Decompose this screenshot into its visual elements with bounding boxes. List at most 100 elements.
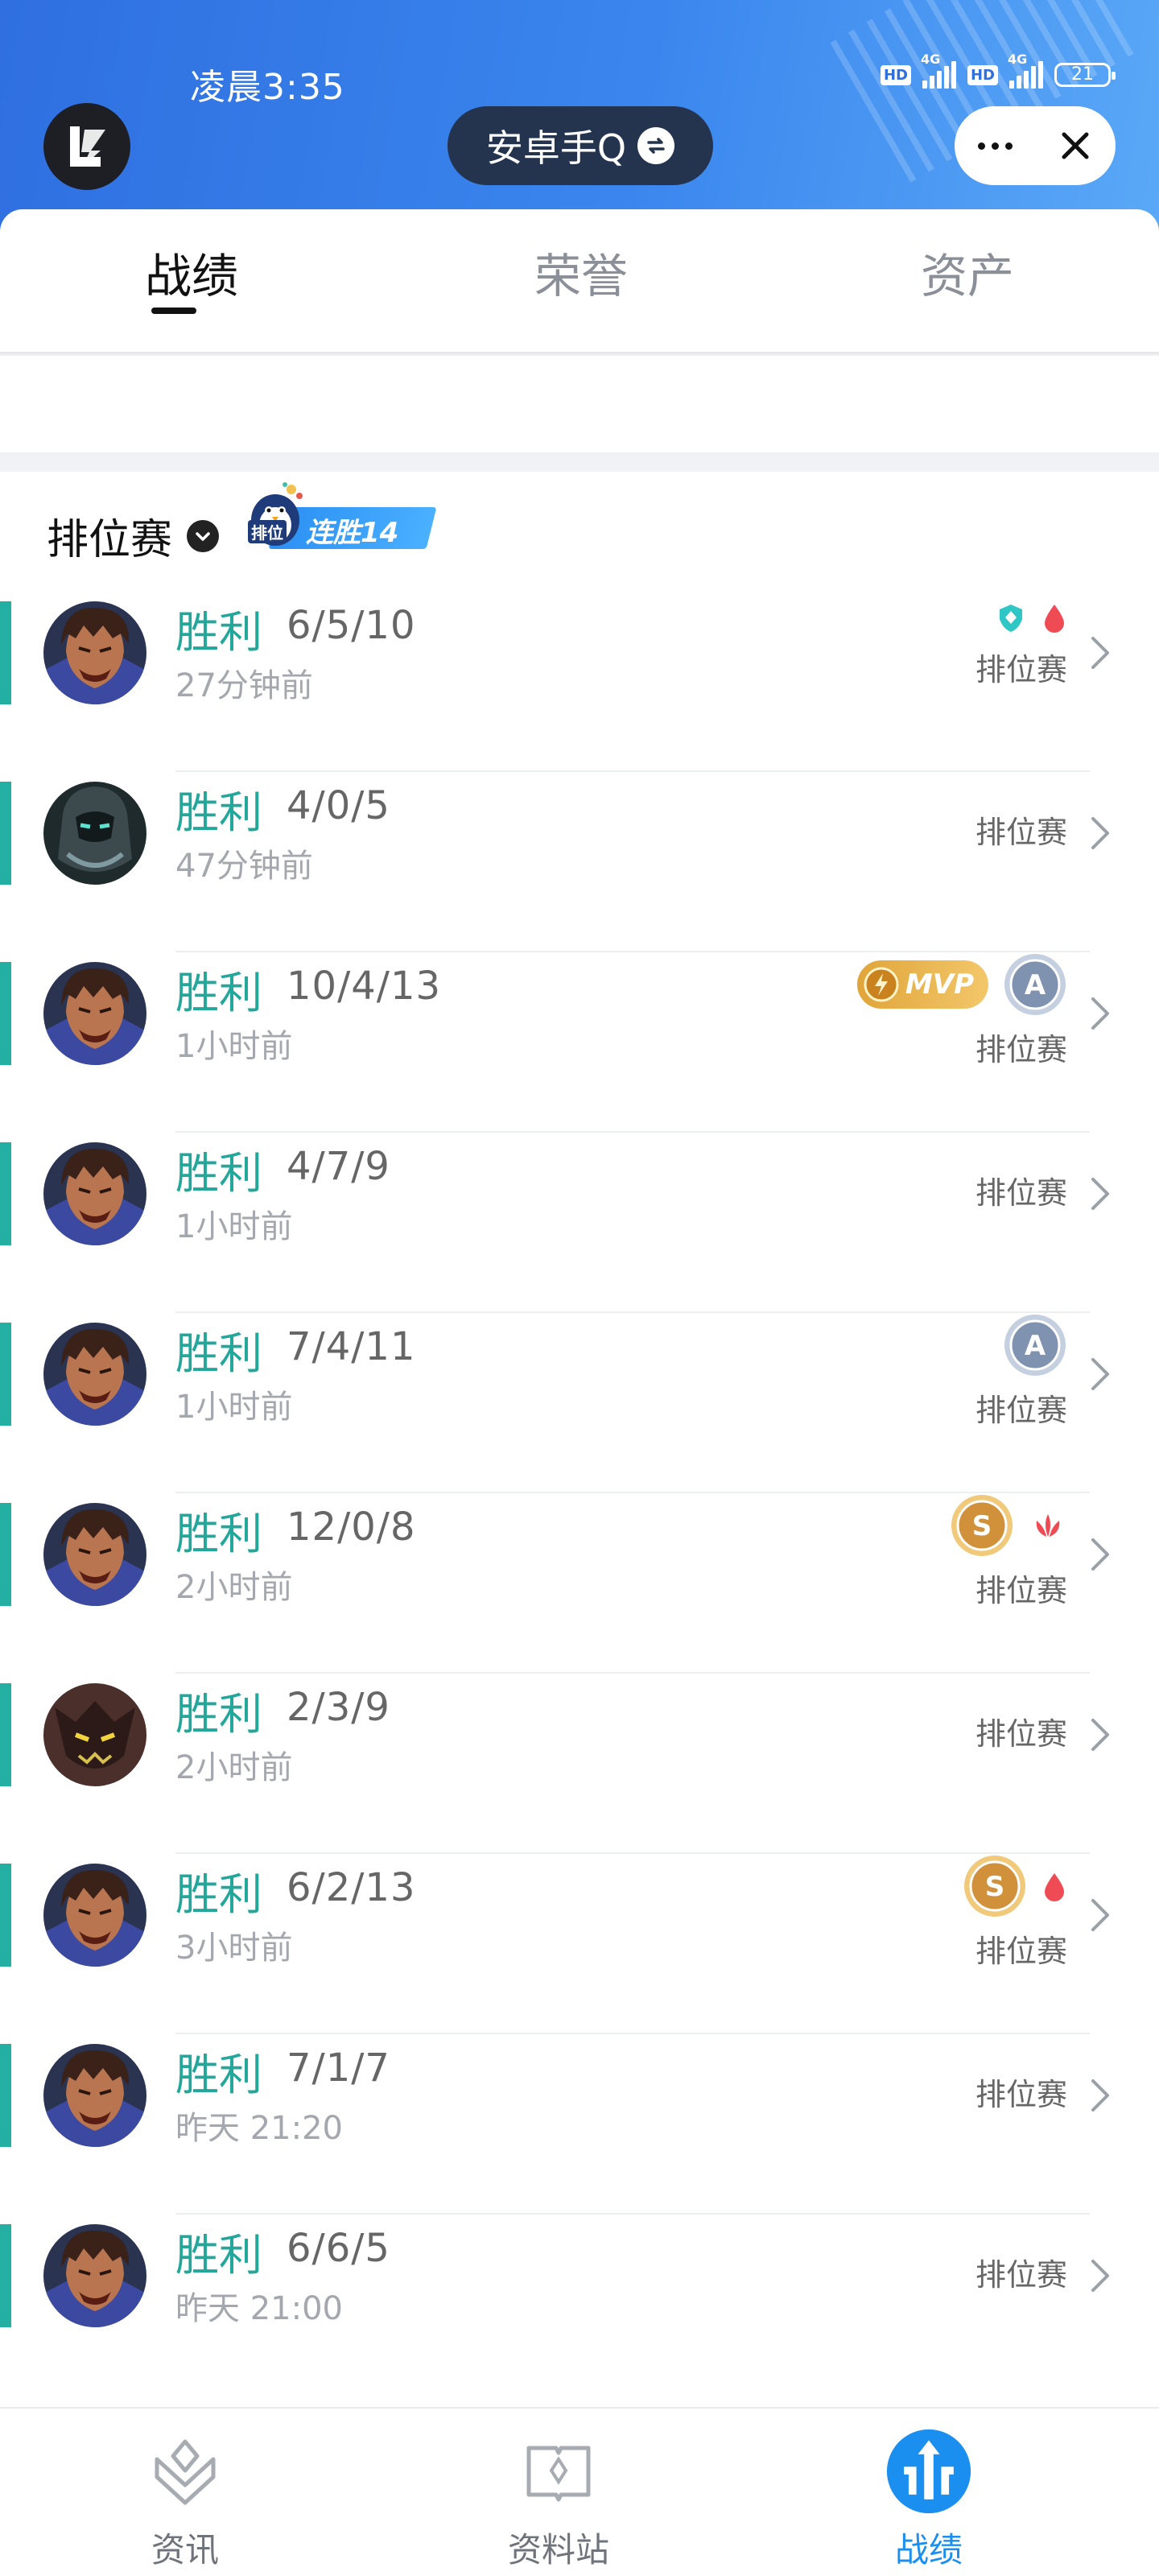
match-kda: 6/5/10 <box>287 603 416 648</box>
win-indicator <box>0 2044 11 2147</box>
match-kda: 7/4/11 <box>287 1324 416 1369</box>
svg-text:A: A <box>1025 1330 1046 1362</box>
hero-avatar <box>43 962 146 1065</box>
app-header: 凌晨3:35 HD 4G HD 4G 21 安卓手Q <box>0 0 1159 242</box>
match-badges: A <box>1003 1313 1067 1377</box>
battery-icon: 21 <box>1054 63 1116 87</box>
signal-icon: 4G <box>921 52 956 89</box>
chevron-right-icon <box>1091 817 1109 849</box>
match-time: 昨天 21:00 <box>175 2290 343 2327</box>
nav-news-label: 资讯 <box>151 2530 219 2570</box>
match-kda: 6/6/5 <box>287 2226 390 2271</box>
match-result: 胜利 <box>175 607 262 658</box>
match-row[interactable]: 胜利 4/0/5 47分钟前 排位赛 <box>0 772 1159 952</box>
tab-record[interactable]: 战绩 <box>145 238 238 306</box>
match-badges: S <box>963 1854 1067 1918</box>
match-kda: 6/2/13 <box>287 1865 416 1910</box>
hero-avatar <box>43 1503 146 1606</box>
match-row[interactable]: 胜利 6/5/10 27分钟前 排位赛 <box>0 592 1159 772</box>
match-time: 1小时前 <box>175 1028 293 1065</box>
section-divider <box>0 452 1159 472</box>
match-badges <box>995 601 1067 634</box>
match-row[interactable]: 胜利 7/4/11 1小时前 A 排位赛 <box>0 1313 1159 1493</box>
mode-filter[interactable]: 排位赛 <box>47 506 220 566</box>
chevron-down-icon <box>187 519 220 552</box>
nav-news[interactable]: 资讯 <box>64 2409 306 2576</box>
match-badges: S <box>950 1493 1067 1558</box>
status-time: 凌晨3:35 <box>190 67 345 108</box>
grade-s-badge: S <box>963 1854 1027 1918</box>
nav-database-label: 资料站 <box>507 2530 609 2570</box>
match-result: 胜利 <box>175 1689 262 1740</box>
match-mode: 排位赛 <box>975 1934 1067 1969</box>
bottom-nav: 资讯 资料站 战绩 <box>0 2407 1159 2576</box>
flame-icon <box>1029 1509 1067 1542</box>
hero-avatar <box>43 601 146 704</box>
match-row[interactable]: 胜利 6/2/13 3小时前 S 排位赛 <box>0 1854 1159 2034</box>
match-list: 胜利 6/5/10 27分钟前 排位赛 胜利 4/0/5 47分钟前 排位赛 胜利 10/4/13… <box>0 592 1159 2395</box>
win-streak-badge: 连胜14 排位 <box>241 478 437 555</box>
win-indicator <box>0 2224 11 2327</box>
hero-avatar <box>43 1323 146 1426</box>
chevron-right-icon <box>1091 1899 1109 1931</box>
mvp-badge: MVP <box>856 960 988 1009</box>
match-result: 胜利 <box>175 2230 262 2281</box>
mini-program-capsule <box>955 106 1116 185</box>
match-row[interactable]: 胜利 2/3/9 2小时前 排位赛 <box>0 1674 1159 1854</box>
close-icon[interactable] <box>1035 106 1116 185</box>
hero-avatar <box>43 2224 146 2327</box>
win-indicator <box>0 962 11 1065</box>
match-row[interactable]: 胜利 12/0/8 2小时前 S 排位赛 <box>0 1493 1159 1674</box>
win-indicator <box>0 1683 11 1786</box>
match-result: 胜利 <box>175 1148 262 1199</box>
match-mode: 排位赛 <box>975 1393 1067 1428</box>
chevron-right-icon <box>1091 1358 1109 1390</box>
chevron-right-icon <box>1091 1719 1109 1751</box>
hero-avatar <box>43 1683 146 1786</box>
nav-database[interactable]: 资料站 <box>438 2409 679 2576</box>
match-row[interactable]: 胜利 4/7/9 1小时前 排位赛 <box>0 1133 1159 1313</box>
match-time: 1小时前 <box>175 1389 293 1426</box>
tab-honor[interactable]: 荣誉 <box>534 238 628 306</box>
match-mode: 排位赛 <box>975 1175 1067 1211</box>
match-kda: 10/4/13 <box>287 964 442 1009</box>
chevron-right-icon <box>1091 1178 1109 1210</box>
chevron-right-icon <box>1091 637 1109 669</box>
account-switch-button[interactable]: 安卓手Q <box>448 106 713 185</box>
hero-avatar <box>43 782 146 885</box>
tab-bar: 战绩 荣誉 资产 <box>0 209 1159 354</box>
tab-assets[interactable]: 资产 <box>921 238 1014 306</box>
match-time: 2小时前 <box>175 1749 293 1786</box>
hero-avatar <box>43 1864 146 1967</box>
match-kda: 7/1/7 <box>287 2046 390 2091</box>
chevron-right-icon <box>1091 2260 1109 2292</box>
more-icon[interactable] <box>955 106 1035 185</box>
svg-text:A: A <box>1025 969 1046 1001</box>
match-badges: MVP A <box>856 952 1067 1017</box>
match-mode: 排位赛 <box>975 1032 1067 1067</box>
svg-text:S: S <box>972 1510 992 1542</box>
svg-text:S: S <box>985 1871 1005 1903</box>
match-row[interactable]: 胜利 6/6/5 昨天 21:00 排位赛 <box>0 2215 1159 2395</box>
win-streak-tag: 排位 <box>248 520 287 543</box>
chevron-right-icon <box>1091 997 1109 1030</box>
match-result: 胜利 <box>175 787 262 838</box>
match-mode: 排位赛 <box>975 2077 1067 2112</box>
match-time: 2小时前 <box>175 1569 293 1606</box>
nav-record[interactable]: 战绩 <box>808 2409 1050 2576</box>
match-time: 47分钟前 <box>175 848 313 885</box>
nav-record-label: 战绩 <box>894 2530 963 2570</box>
match-time: 27分钟前 <box>175 667 313 704</box>
grade-s-badge: S <box>950 1493 1014 1558</box>
match-mode: 排位赛 <box>975 1573 1067 1608</box>
hd-icon-2: HD <box>967 64 998 85</box>
section-title: 排位赛 <box>47 516 173 564</box>
win-indicator <box>0 1503 11 1606</box>
match-result: 胜利 <box>175 1328 262 1379</box>
game-logo-icon[interactable] <box>43 103 130 190</box>
chevron-right-icon <box>1091 2079 1109 2112</box>
match-row[interactable]: 胜利 10/4/13 1小时前 MVP A 排位赛 <box>0 952 1159 1133</box>
match-row[interactable]: 胜利 7/1/7 昨天 21:20 排位赛 <box>0 2034 1159 2215</box>
hd-icon: HD <box>880 64 911 85</box>
tab-active-indicator <box>151 308 196 314</box>
